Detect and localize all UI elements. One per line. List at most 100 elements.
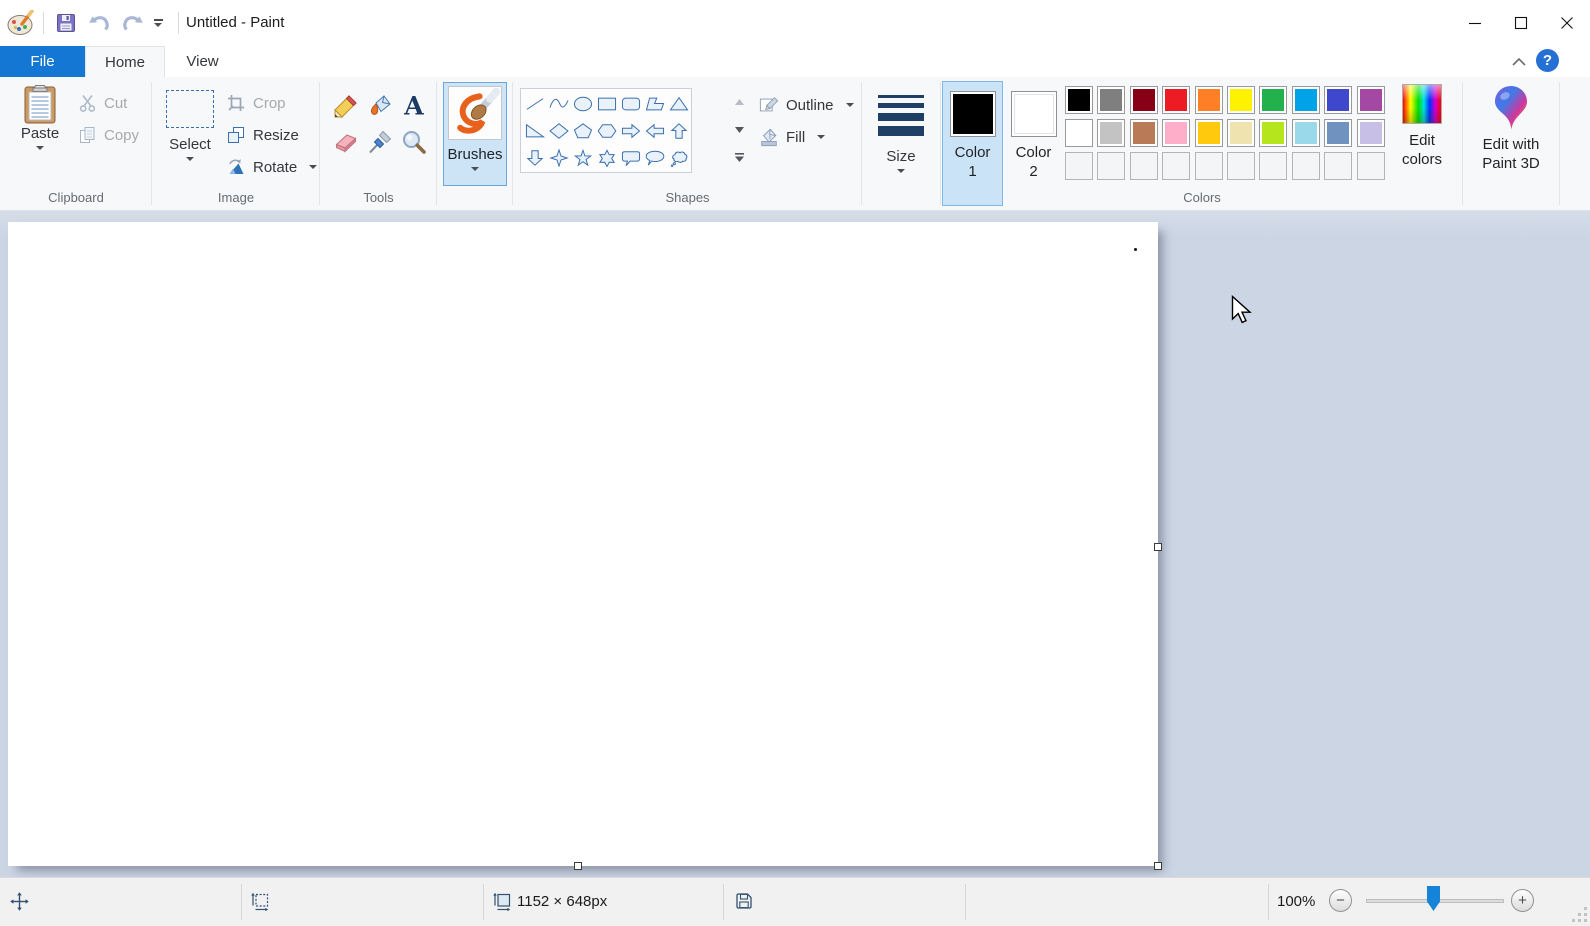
tab-home[interactable]: Home <box>85 46 165 77</box>
edit-colors-button[interactable]: Edit colors <box>1390 84 1454 202</box>
pentagon-shape[interactable] <box>571 117 595 144</box>
six-point-star-shape[interactable] <box>595 144 619 171</box>
color2-button[interactable]: Color 2 <box>1004 81 1063 206</box>
tab-view[interactable]: View <box>165 46 240 77</box>
rectangle-shape[interactable] <box>595 90 619 117</box>
palette-swatch-empty[interactable] <box>1162 152 1191 180</box>
palette-swatch-empty[interactable] <box>1291 152 1320 180</box>
oval-callout-shape[interactable] <box>643 144 667 171</box>
palette-swatch-empty[interactable] <box>1129 152 1158 180</box>
text-tool-button[interactable]: A <box>397 88 431 124</box>
palette-swatch[interactable] <box>1291 86 1320 114</box>
paste-button[interactable]: Paste <box>13 83 67 195</box>
palette-swatch-empty[interactable] <box>1194 152 1223 180</box>
canvas-resize-handle-right[interactable] <box>1154 543 1162 551</box>
magnifier-tool-button[interactable] <box>397 124 431 160</box>
polygon-shape[interactable] <box>643 90 667 117</box>
save-button[interactable] <box>52 9 80 37</box>
ellipse-shape[interactable] <box>571 90 595 117</box>
palette-swatch[interactable] <box>1226 86 1255 114</box>
rounded-rectangle-shape[interactable] <box>619 90 643 117</box>
curve-shape[interactable] <box>547 90 571 117</box>
palette-swatch-empty[interactable] <box>1324 152 1353 180</box>
right-triangle-shape[interactable] <box>523 117 547 144</box>
palette-swatch[interactable] <box>1065 86 1093 114</box>
palette-swatch[interactable] <box>1226 119 1255 147</box>
redo-button[interactable] <box>118 9 146 37</box>
palette-swatch[interactable] <box>1291 119 1320 147</box>
up-arrow-shape[interactable] <box>667 117 691 144</box>
size-button[interactable]: Size <box>871 83 931 195</box>
palette-swatch[interactable] <box>1324 86 1353 114</box>
palette-swatch[interactable] <box>1129 119 1158 147</box>
group-colors: Color 1 Color 2 Edit colors Colors <box>941 77 1463 210</box>
palette-swatch[interactable] <box>1324 119 1353 147</box>
ribbon-tabs: File Home View ? <box>0 46 1590 77</box>
canvas-resize-handle-bottom[interactable] <box>574 862 582 870</box>
palette-swatch[interactable] <box>1162 119 1191 147</box>
copy-button[interactable]: Copy <box>77 122 139 148</box>
palette-swatch[interactable] <box>1259 86 1288 114</box>
palette-swatch-empty[interactable] <box>1356 152 1385 180</box>
palette-swatch[interactable] <box>1097 119 1126 147</box>
maximize-button[interactable] <box>1498 0 1544 46</box>
undo-button[interactable] <box>86 9 114 37</box>
shape-outline-button[interactable]: Outline <box>759 92 854 118</box>
palette-swatch-empty[interactable] <box>1259 152 1288 180</box>
palette-swatch[interactable] <box>1356 119 1385 147</box>
crop-button[interactable]: Crop <box>226 90 286 116</box>
edit-with-paint3d-button[interactable]: Edit with Paint 3D <box>1468 84 1554 202</box>
rotate-button[interactable]: Rotate <box>226 154 318 180</box>
fill-with-color-tool-button[interactable] <box>363 88 397 124</box>
color-picker-tool-button[interactable] <box>363 124 397 160</box>
color1-button[interactable]: Color 1 <box>942 81 1003 206</box>
palette-swatch[interactable] <box>1162 86 1191 114</box>
resize-button[interactable]: Resize <box>226 122 299 148</box>
line-shape[interactable] <box>523 90 547 117</box>
zoom-in-button[interactable]: + <box>1511 889 1534 912</box>
cloud-callout-shape[interactable] <box>667 144 691 171</box>
drawing-canvas[interactable] <box>8 222 1158 866</box>
shape-fill-button[interactable]: Fill <box>759 124 826 150</box>
palette-swatch-empty[interactable] <box>1097 152 1126 180</box>
palette-swatch[interactable] <box>1259 119 1288 147</box>
minimize-button[interactable] <box>1452 0 1498 46</box>
four-point-star-shape[interactable] <box>547 144 571 171</box>
palette-swatch-empty[interactable] <box>1226 152 1255 180</box>
palette-swatch-empty[interactable] <box>1065 152 1093 180</box>
cut-button[interactable]: Cut <box>77 90 127 116</box>
zoom-slider-handle[interactable] <box>1427 886 1440 911</box>
shapes-more-button[interactable] <box>728 144 750 172</box>
five-point-star-shape[interactable] <box>571 144 595 171</box>
palette-swatch[interactable] <box>1194 119 1223 147</box>
collapse-ribbon-button[interactable] <box>1506 50 1532 74</box>
pencil-tool-button[interactable] <box>329 88 363 124</box>
customize-quick-access-button[interactable] <box>148 9 168 37</box>
select-button[interactable]: Select <box>160 83 220 195</box>
palette-swatch[interactable] <box>1129 86 1158 114</box>
shapes-scroll-up-button[interactable] <box>728 88 750 116</box>
eraser-tool-button[interactable] <box>329 124 363 160</box>
rotate-label: Rotate <box>253 158 298 176</box>
palette-swatch[interactable] <box>1356 86 1385 114</box>
rounded-callout-shape[interactable] <box>619 144 643 171</box>
help-button[interactable]: ? <box>1536 49 1559 72</box>
palette-swatch[interactable] <box>1097 86 1126 114</box>
canvas-resize-handle-corner[interactable] <box>1154 862 1162 870</box>
diamond-shape[interactable] <box>547 117 571 144</box>
brushes-button[interactable]: Brushes <box>443 82 507 186</box>
palette-swatch[interactable] <box>1065 119 1093 147</box>
down-arrow-shape[interactable] <box>523 144 547 171</box>
close-button[interactable] <box>1544 0 1590 46</box>
hexagon-shape[interactable] <box>595 117 619 144</box>
tab-file[interactable]: File <box>0 46 85 77</box>
zoom-out-button[interactable]: − <box>1329 889 1352 912</box>
shapes-scroll-down-button[interactable] <box>728 116 750 144</box>
triangle-shape[interactable] <box>667 90 691 117</box>
palette-swatch[interactable] <box>1194 86 1223 114</box>
qat-separator <box>178 12 179 34</box>
left-arrow-shape[interactable] <box>643 117 667 144</box>
color-palette <box>1065 86 1385 180</box>
window-resize-grip[interactable] <box>1571 907 1587 923</box>
right-arrow-shape[interactable] <box>619 117 643 144</box>
